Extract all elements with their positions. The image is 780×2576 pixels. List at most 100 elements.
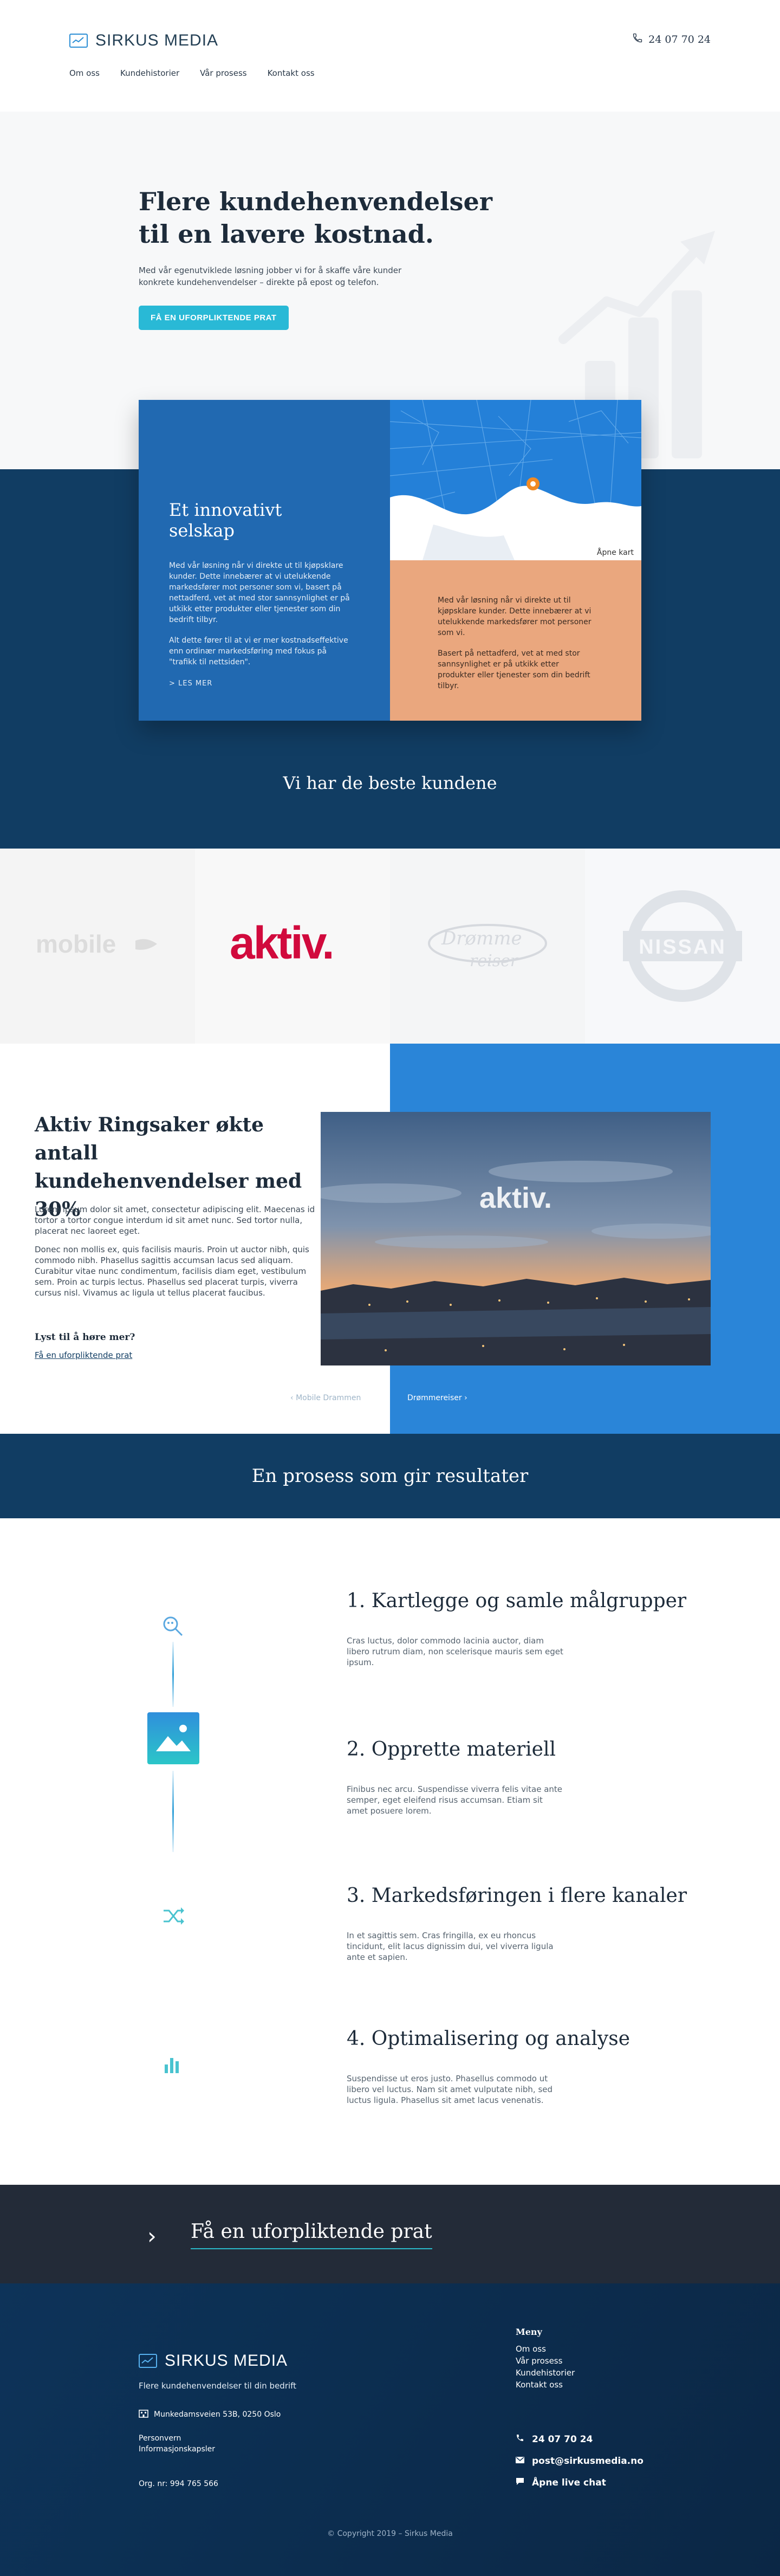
- hero-cta-button[interactable]: FÅ EN UFORPLIKTENDE PRAT: [139, 306, 289, 330]
- city-map[interactable]: Åpne kart: [390, 400, 641, 560]
- svg-text:aktiv.: aktiv.: [230, 922, 333, 968]
- site-footer: SIRKUS MEDIA Flere kundehenvendelser til…: [0, 2283, 780, 2576]
- footer-menu-kontakt-oss[interactable]: Kontakt oss: [516, 2379, 575, 2391]
- next-case-button[interactable]: Drømmereiser ›: [407, 1394, 467, 1402]
- case-study-cta-link[interactable]: Få en uforpliktende prat: [35, 1350, 132, 1360]
- aktiv-logo: aktiv.: [230, 922, 335, 968]
- read-more-link[interactable]: > LES MER: [169, 679, 212, 688]
- step-4-text: Suspendisse ut eros justo. Phasellus com…: [347, 2074, 553, 2105]
- phone-icon: [516, 2429, 524, 2450]
- shuffle-icon: [161, 1904, 185, 1930]
- image-icon: [147, 1712, 199, 1766]
- case-study-section: Aktiv Ringsaker økte antall kundehenvend…: [0, 1044, 780, 1434]
- chat-icon: [516, 2472, 524, 2494]
- intro-paragraph-2: Alt dette fører til at vi er mer kostnad…: [169, 636, 348, 666]
- process-header: En prosess som gir resultater: [0, 1434, 780, 1518]
- customer-logo-aktiv[interactable]: aktiv.: [195, 849, 390, 1044]
- previous-case-button[interactable]: ‹ Mobile Drammen: [290, 1394, 361, 1402]
- phone-number: 24 07 70 24: [648, 33, 711, 46]
- intro-card-highlight: Med vår løsning når vi direkte ut til kj…: [390, 560, 641, 721]
- footer-menu-kundehistorier[interactable]: Kundehistorier: [516, 2367, 575, 2379]
- customer-logos: mobile aktiv. Drømme reiser NISSAN: [0, 849, 780, 1044]
- customers-heading: Vi har de beste kundene: [283, 773, 497, 793]
- drommereiser-logo: Drømme reiser: [428, 924, 547, 970]
- header-phone[interactable]: 24 07 70 24: [632, 33, 711, 46]
- chart-logo-icon: [69, 34, 88, 48]
- process-line-1: [172, 1642, 174, 1707]
- chevron-right-icon: ›: [147, 2223, 157, 2249]
- map-illustration: [390, 400, 641, 560]
- step-1-text: Cras luctus, dolor commodo lacinia aucto…: [347, 1636, 563, 1667]
- nav-kundehistorier[interactable]: Kundehistorier: [120, 68, 179, 78]
- footer-menu-var-prosess[interactable]: Vår prosess: [516, 2355, 575, 2367]
- step-3-title: 3. Markedsføringen i flere kanaler: [347, 1885, 687, 1907]
- svg-text:Drømme: Drømme: [441, 928, 522, 949]
- next-case-label: Drømmereiser: [407, 1394, 462, 1402]
- step-2-text: Finibus nec arcu. Suspendisse viverra fe…: [347, 1784, 563, 1816]
- customer-logo-nissan[interactable]: NISSAN: [585, 849, 780, 1044]
- svg-text:NISSAN: NISSAN: [639, 936, 726, 959]
- phone-icon: [632, 33, 643, 46]
- cta-band[interactable]: › Få en uforpliktende prat: [0, 2185, 780, 2283]
- hero-lead: Med vår egenutviklede løsning jobber vi …: [139, 266, 402, 287]
- cookies-link[interactable]: Informasjonskapsler: [139, 2444, 215, 2455]
- footer-logo[interactable]: SIRKUS MEDIA: [139, 2352, 288, 2370]
- footer-email[interactable]: post@sirkusmedia.no: [516, 2450, 644, 2472]
- svg-text:reiser: reiser: [470, 952, 519, 970]
- site-header: SIRKUS MEDIA Om oss Kundehistorier Vår p…: [0, 0, 780, 112]
- step-2-title: 2. Opprette materiell: [347, 1738, 556, 1761]
- footer-live-chat[interactable]: Åpne live chat: [516, 2472, 644, 2494]
- privacy-link[interactable]: Personvern: [139, 2433, 215, 2444]
- footer-menu-om-oss[interactable]: Om oss: [516, 2343, 575, 2355]
- search-icon: [160, 1614, 185, 1641]
- intro-section: Et innovativt selskap Med vår løsning nå…: [0, 400, 780, 849]
- intro-card-media: Åpne kart Med vår løsning når vi direkte…: [390, 400, 641, 721]
- footer-contact: 24 07 70 24 post@sirkusmedia.no Åpne liv…: [516, 2429, 644, 2494]
- footer-menu: Om oss Vår prosess Kundehistorier Kontak…: [516, 2343, 575, 2391]
- intro-card: Et innovativt selskap Med vår løsning nå…: [139, 400, 641, 721]
- footer-phone[interactable]: 24 07 70 24: [516, 2429, 644, 2450]
- case-study-paragraph-2: Donec non mollis ex, quis facilisis maur…: [35, 1245, 309, 1298]
- mobile-logo: mobile: [36, 930, 157, 958]
- customer-logo-mobile[interactable]: mobile: [0, 849, 195, 1044]
- brand-name: SIRKUS MEDIA: [95, 31, 219, 49]
- intro-card-text: Et innovativt selskap Med vår løsning nå…: [139, 400, 390, 721]
- cta-band-label[interactable]: Få en uforpliktende prat: [191, 2221, 432, 2249]
- step-3-text: In et sagittis sem. Cras fringilla, ex e…: [347, 1931, 554, 1962]
- process-heading: En prosess som gir resultater: [251, 1465, 529, 1487]
- case-study-prompt: Lyst til å høre mer?: [35, 1332, 135, 1343]
- nav-kontakt-oss[interactable]: Kontakt oss: [268, 68, 315, 78]
- nissan-logo: NISSAN: [623, 890, 742, 1002]
- chart-logo-icon: [139, 2354, 157, 2368]
- building-icon: [139, 2409, 148, 2420]
- nav-var-prosess[interactable]: Vår prosess: [200, 68, 246, 78]
- step-4-title: 4. Optimalisering og analyse: [347, 2028, 630, 2050]
- footer-legal-links: Personvern Informasjonskapsler: [139, 2433, 215, 2455]
- highlight-paragraph-1: Med vår løsning når vi direkte ut til kj…: [438, 596, 592, 637]
- chevron-right-icon: ›: [464, 1394, 467, 1402]
- case-study-photo: aktiv.: [321, 1112, 711, 1365]
- nav-om-oss[interactable]: Om oss: [69, 68, 100, 78]
- footer-menu-heading: Meny: [516, 2327, 542, 2337]
- chevron-left-icon: ‹: [290, 1394, 294, 1402]
- footer-live-chat-label: Åpne live chat: [532, 2477, 606, 2488]
- footer-email-address: post@sirkusmedia.no: [532, 2456, 644, 2467]
- footer-address: Munkedamsveien 53B, 0250 Oslo: [139, 2409, 281, 2420]
- customer-logo-drommereiser[interactable]: Drømme reiser: [390, 849, 585, 1044]
- process-section: 1. Kartlegge og samle målgrupper Cras lu…: [0, 1518, 780, 2185]
- hero-title: Flere kundehenvendelser til en lavere ko…: [139, 187, 493, 249]
- footer-tagline: Flere kundehenvendelser til din bedrift: [139, 2381, 297, 2391]
- svg-text:mobile: mobile: [36, 930, 116, 958]
- brand-logo[interactable]: SIRKUS MEDIA: [69, 31, 218, 50]
- footer-phone-number: 24 07 70 24: [532, 2434, 593, 2445]
- footer-copyright: © Copyright 2019 – Sirkus Media: [327, 2529, 453, 2538]
- step-1-title: 1. Kartlegge og samle målgrupper: [347, 1590, 687, 1612]
- highlight-paragraph-2: Basert på nettadferd, vet at med stor sa…: [438, 649, 590, 690]
- process-line-2: [172, 1771, 174, 1852]
- photo-overlay-logo: aktiv.: [479, 1182, 552, 1214]
- bar-chart-icon: [162, 2053, 184, 2076]
- footer-address-text: Munkedamsveien 53B, 0250 Oslo: [154, 2410, 281, 2419]
- city-sunset-photo: [321, 1112, 711, 1365]
- open-map-button[interactable]: Åpne kart: [589, 545, 641, 560]
- envelope-icon: [516, 2450, 524, 2472]
